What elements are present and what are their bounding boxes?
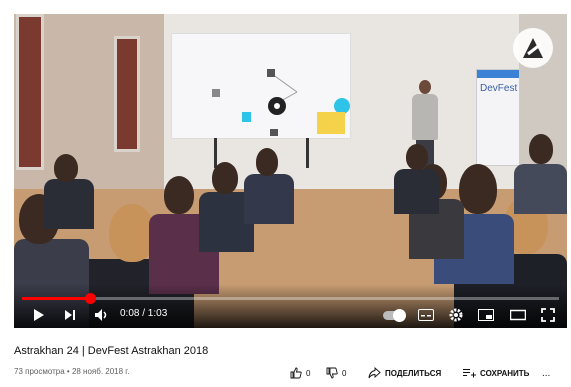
miniplayer-icon [478, 309, 494, 321]
player-controls: 0:08 / 1:03 [14, 304, 567, 326]
scene-window [114, 36, 140, 152]
fullscreen-icon [541, 308, 555, 322]
scene-window [16, 14, 44, 170]
audience-person [514, 164, 567, 214]
screen-stand [214, 138, 217, 168]
meta-separator: • [64, 367, 72, 376]
play-button[interactable] [28, 304, 48, 326]
audience-person [44, 179, 94, 229]
dislike-button[interactable]: 0 [326, 366, 346, 380]
settings-icon [449, 308, 463, 322]
audience-person [529, 134, 553, 164]
save-icon [463, 369, 476, 378]
volume-button[interactable] [92, 304, 112, 326]
autoplay-toggle[interactable] [380, 304, 408, 326]
audience-person [256, 148, 278, 176]
share-label: ПОДЕЛИТЬСЯ [385, 368, 442, 378]
audience-person [394, 169, 439, 214]
progress-bar[interactable] [22, 293, 559, 304]
channel-logo-icon[interactable] [513, 28, 553, 68]
fullscreen-button[interactable] [538, 304, 558, 326]
like-count: 0 [306, 368, 311, 378]
audience-person [244, 174, 294, 224]
dislike-icon [326, 367, 338, 379]
progress-fill [22, 297, 91, 300]
subtitles-button[interactable] [416, 304, 436, 326]
audience-person [212, 162, 238, 194]
save-label: СОХРАНИТЬ [480, 368, 530, 378]
video-player[interactable]: DevFest 0:08 / 1:03 [14, 14, 567, 328]
video-meta: 73 просмотра • 28 нояб. 2018 г. [14, 367, 129, 376]
audience-person [164, 176, 194, 214]
next-button[interactable] [60, 304, 80, 326]
speaker-head [419, 80, 431, 94]
video-title: Astrakhan 24 | DevFest Astrakhan 2018 [14, 345, 209, 357]
theater-button[interactable] [508, 304, 528, 326]
time-display: 0:08 / 1:03 [120, 308, 168, 319]
screen-stand [306, 138, 309, 168]
save-button[interactable]: СОХРАНИТЬ [463, 366, 529, 380]
settings-button[interactable] [446, 304, 466, 326]
miniplayer-button[interactable] [476, 304, 496, 326]
play-icon [34, 309, 44, 321]
presentation-graphic [212, 69, 350, 136]
presentation-screen [172, 34, 350, 138]
more-button[interactable]: ... [542, 366, 550, 380]
banner-stripe [477, 70, 519, 78]
audience-person [406, 144, 428, 170]
view-count: 73 просмотра [14, 367, 65, 376]
banner-text: DevFest [480, 83, 518, 94]
like-button[interactable]: 0 [290, 366, 310, 380]
share-button[interactable]: ПОДЕЛИТЬСЯ [368, 366, 441, 380]
next-icon [65, 310, 75, 320]
more-icon: ... [542, 367, 551, 379]
theater-icon [510, 309, 526, 321]
volume-icon [95, 309, 107, 321]
event-banner: DevFest [476, 69, 520, 166]
dislike-count: 0 [342, 368, 347, 378]
subtitles-icon [418, 309, 434, 321]
share-icon [368, 367, 381, 379]
video-frame[interactable]: DevFest [14, 14, 567, 328]
audience-person [459, 164, 497, 214]
upload-date: 28 нояб. 2018 г. [71, 367, 130, 376]
speaker [412, 94, 438, 140]
audience-person [54, 154, 78, 182]
like-icon [290, 367, 302, 379]
